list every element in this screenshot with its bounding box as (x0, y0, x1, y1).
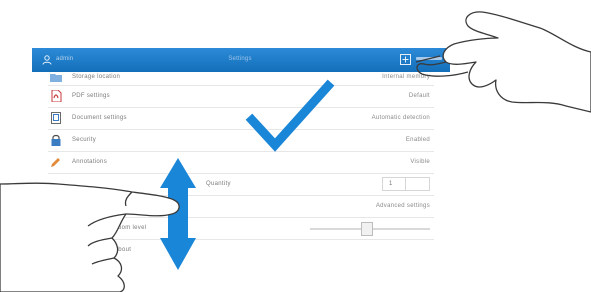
list-item[interactable]: Document settings Automatic detection (48, 108, 434, 130)
list-item[interactable]: PDF settings Default (48, 86, 434, 108)
pdf-file-icon (51, 90, 62, 102)
edit-icon (51, 158, 60, 167)
list-item-value: Automatic detection (371, 115, 430, 121)
add-icon[interactable] (400, 54, 411, 65)
list-item-label: Quantity (206, 181, 231, 187)
stepper-divider (405, 178, 406, 190)
folder-icon (50, 74, 62, 82)
list-item[interactable]: Security Enabled (48, 130, 434, 152)
list-item-value: Enabled (405, 137, 430, 143)
lock-icon (51, 134, 61, 146)
menu-button[interactable] (416, 57, 442, 60)
list-item[interactable]: About (48, 240, 434, 261)
user-label[interactable]: admin (56, 56, 73, 62)
list-item[interactable]: Storage location Internal memory (48, 72, 434, 86)
list-item[interactable]: Annotations Visible (48, 152, 434, 174)
list-item-label: PDF settings (72, 93, 110, 99)
list-item-value: Advanced settings (375, 203, 430, 209)
list-item-label: Storage location (72, 74, 121, 80)
list-item: Quantity 1 (48, 174, 434, 196)
app-window: admin Settings Storage location Internal… (32, 48, 450, 292)
list-item-label: Annotations (72, 159, 107, 165)
document-icon (51, 112, 61, 124)
quantity-stepper[interactable]: 1 (382, 177, 430, 191)
list-item-label: Zoom level (114, 225, 147, 231)
list-item-value: Internal memory (382, 74, 430, 80)
list-item: Zoom level (48, 218, 434, 240)
list-item[interactable]: Advanced settings (48, 196, 434, 218)
list-item-value: Default (408, 93, 430, 99)
user-icon[interactable] (42, 55, 52, 65)
page-title: Settings (228, 56, 252, 62)
stepper-value: 1 (389, 181, 393, 187)
title-bar: admin Settings (32, 48, 450, 72)
list-item-label: Security (72, 137, 97, 143)
list-item-value: Visible (410, 159, 430, 165)
zoom-slider-thumb[interactable] (361, 222, 373, 236)
list-item-label: About (114, 247, 132, 253)
list-item-label: Document settings (72, 115, 127, 121)
settings-list: Storage location Internal memory PDF set… (48, 72, 434, 261)
